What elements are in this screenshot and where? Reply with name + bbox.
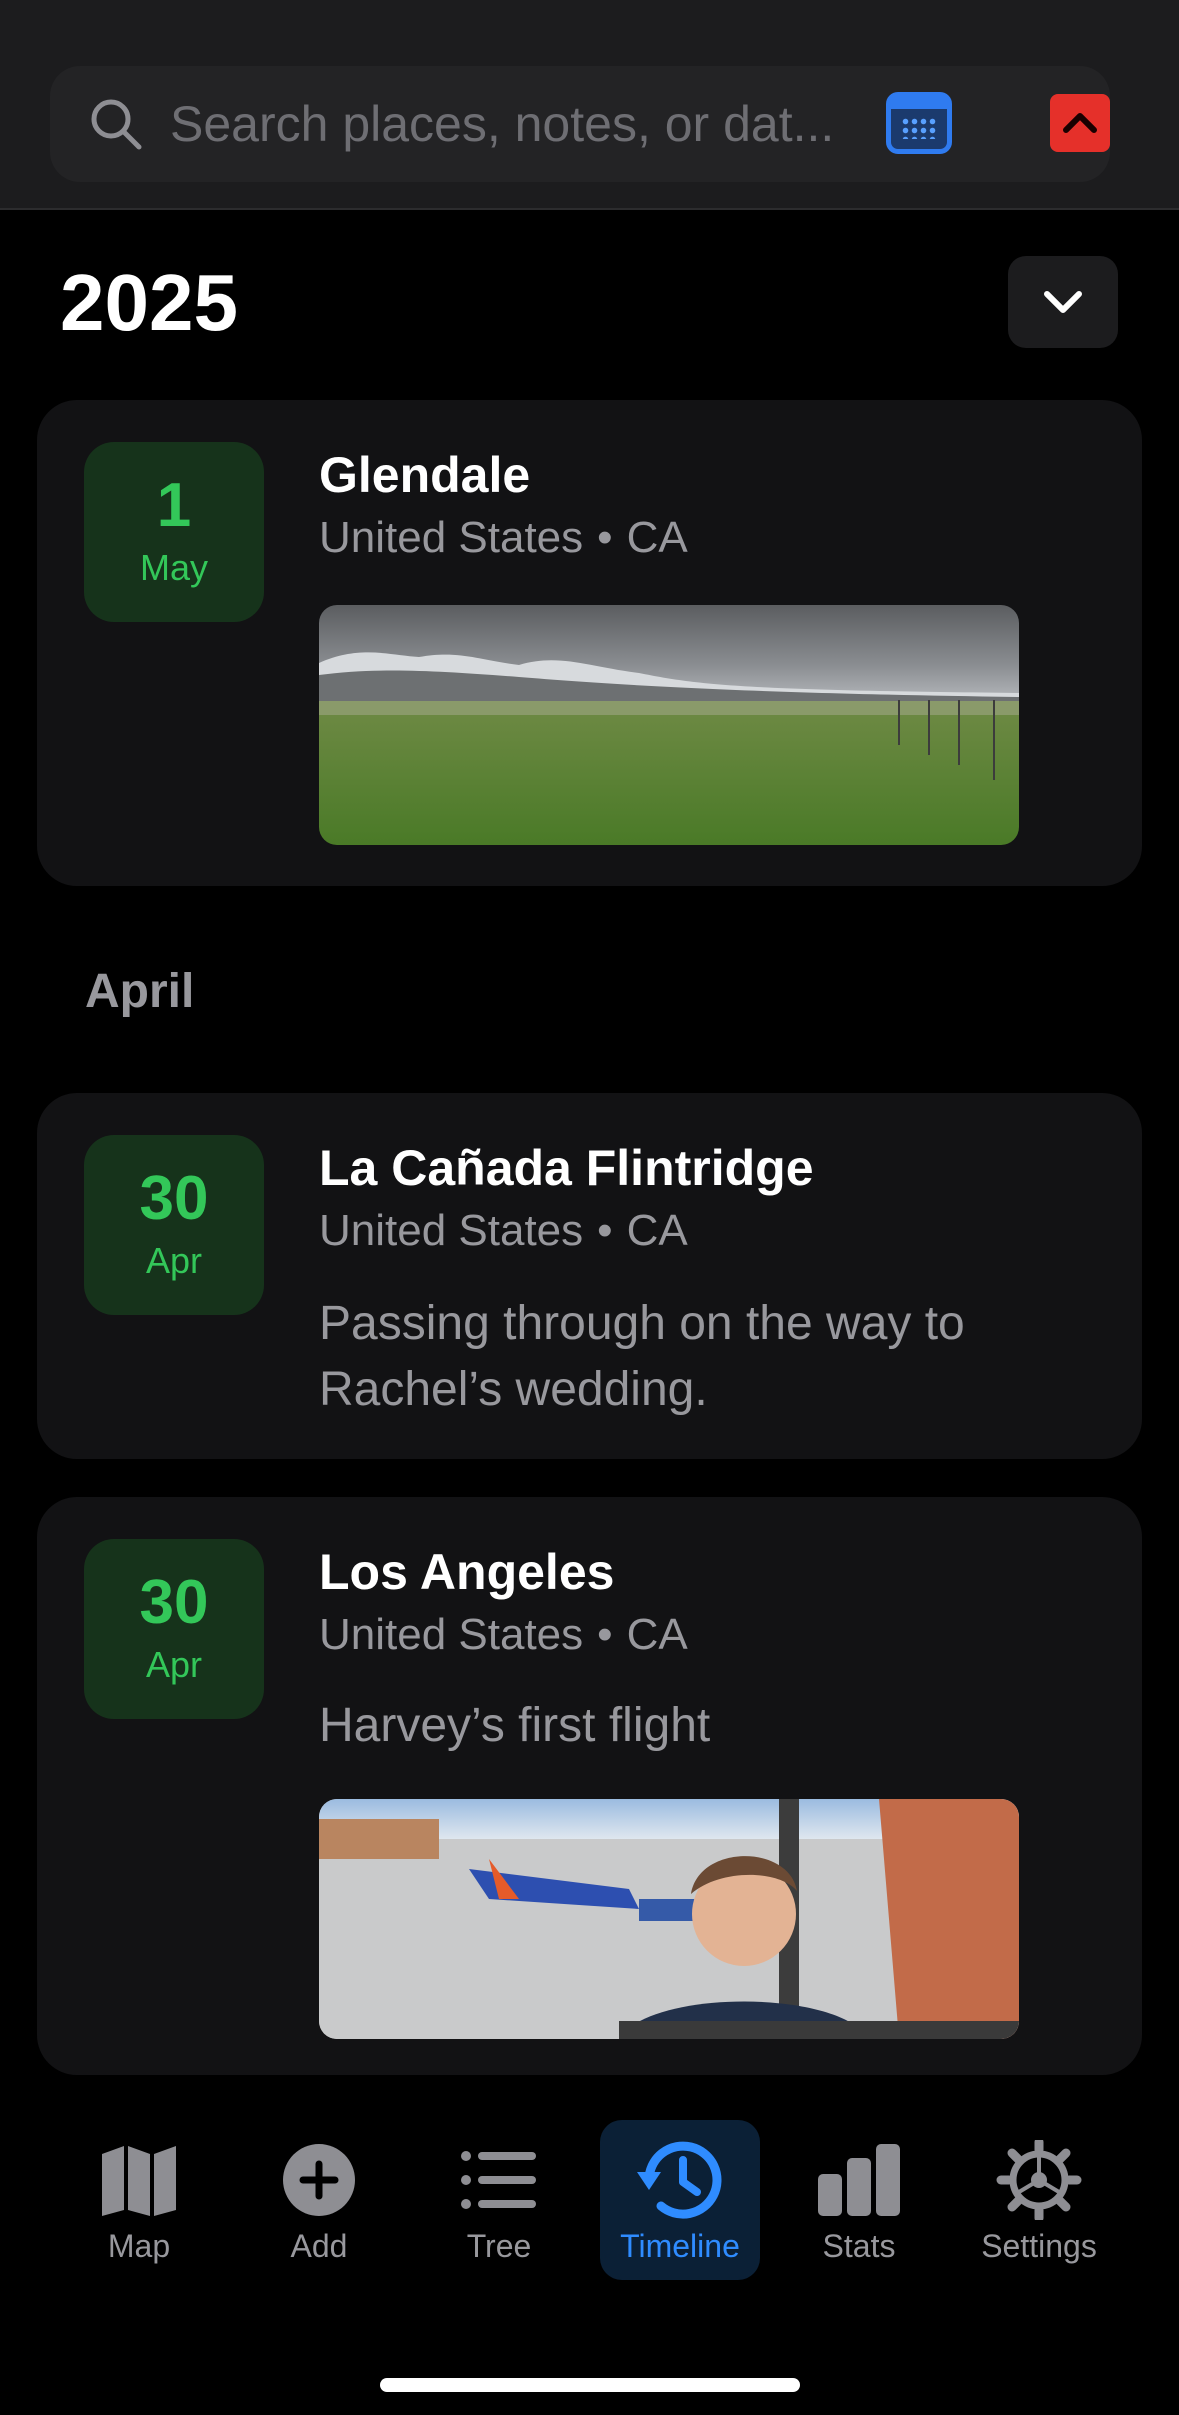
tab-stats[interactable]: Stats xyxy=(779,2120,939,2280)
timeline-entry-card[interactable]: 30 Apr Los Angeles United States • CA Harv… xyxy=(37,1497,1142,2075)
entry-note: Harvey’s first flight xyxy=(319,1699,711,1752)
place-region: United States • CA xyxy=(319,510,688,566)
timeline-screen: Search places, notes, or dat... 2025 1 M… xyxy=(0,0,1179,2415)
entry-note: Passing through on the way to Rachel’s w… xyxy=(319,1297,965,1416)
date-badge: 30 Apr xyxy=(84,1135,264,1315)
badge-day: 1 xyxy=(156,471,192,540)
chevron-up-icon xyxy=(1063,113,1097,133)
tab-timeline[interactable]: Timeline xyxy=(600,2120,760,2280)
tab-map[interactable]: Map xyxy=(59,2120,219,2280)
bar-chart-icon xyxy=(818,2144,900,2216)
search-icon xyxy=(91,99,142,150)
date-badge: 1 May xyxy=(84,442,264,622)
tab-bar: Map Add Tree Timeline Stats Settings xyxy=(0,2080,1179,2415)
tab-label: Map xyxy=(107,2228,171,2264)
state-label: CA xyxy=(626,1610,688,1659)
add-circle-icon xyxy=(283,2144,355,2216)
month-header: April xyxy=(85,965,195,1018)
calendar-grid-icon xyxy=(901,117,937,139)
map-icon xyxy=(102,2146,176,2216)
state-label: CA xyxy=(626,513,688,562)
tab-tree[interactable]: Tree xyxy=(419,2120,579,2280)
place-name: La Cañada Flintridge xyxy=(319,1140,814,1196)
place-name: Glendale xyxy=(319,447,531,503)
place-region: United States • CA xyxy=(319,1607,688,1663)
place-region: United States • CA xyxy=(319,1203,688,1259)
tab-add[interactable]: Add xyxy=(239,2120,399,2280)
list-icon xyxy=(461,2151,536,2209)
tab-label: Settings xyxy=(981,2228,1097,2264)
home-indicator[interactable] xyxy=(380,2378,800,2392)
badge-month: Apr xyxy=(145,1240,203,1281)
badge-day: 30 xyxy=(139,1164,209,1233)
search-placeholder[interactable]: Search places, notes, or dat... xyxy=(170,92,900,156)
country-label: United States xyxy=(319,1206,584,1255)
entry-photo-landscape[interactable] xyxy=(319,605,1019,845)
badge-month: Apr xyxy=(145,1644,203,1685)
timeline-entry-card[interactable]: 1 May Glendale United States • CA xyxy=(37,400,1142,886)
badge-month: May xyxy=(139,547,208,588)
timeline-entry-card[interactable]: 30 Apr La Cañada Flintridge United State… xyxy=(37,1093,1142,1459)
country-label: United States xyxy=(319,513,584,562)
tab-label: Timeline xyxy=(620,2228,740,2264)
chevron-down-icon xyxy=(1044,291,1082,313)
date-badge: 30 Apr xyxy=(84,1539,264,1719)
separator: • xyxy=(597,1206,613,1255)
badge-day: 30 xyxy=(139,1568,209,1637)
gear-icon xyxy=(996,2140,1082,2220)
tab-settings[interactable]: Settings xyxy=(959,2120,1119,2280)
search-input[interactable]: Search places, notes, or dat... xyxy=(50,66,1110,182)
country-label: United States xyxy=(319,1610,584,1659)
search-header: Search places, notes, or dat... xyxy=(0,0,1179,210)
calendar-button[interactable] xyxy=(886,92,952,154)
state-label: CA xyxy=(626,1206,688,1255)
year-toggle-button[interactable] xyxy=(1008,256,1118,348)
calendar-icon xyxy=(891,97,947,109)
tab-label: Stats xyxy=(822,2228,896,2264)
collapse-button[interactable] xyxy=(1050,94,1110,152)
separator: • xyxy=(597,1610,613,1659)
history-clock-icon xyxy=(637,2141,722,2219)
entry-photo-airport[interactable] xyxy=(319,1799,1019,2039)
tab-label: Tree xyxy=(466,2228,532,2264)
year-title: 2025 xyxy=(60,258,238,347)
separator: • xyxy=(597,513,613,562)
place-name: Los Angeles xyxy=(319,1544,615,1600)
tab-label: Add xyxy=(290,2228,348,2264)
